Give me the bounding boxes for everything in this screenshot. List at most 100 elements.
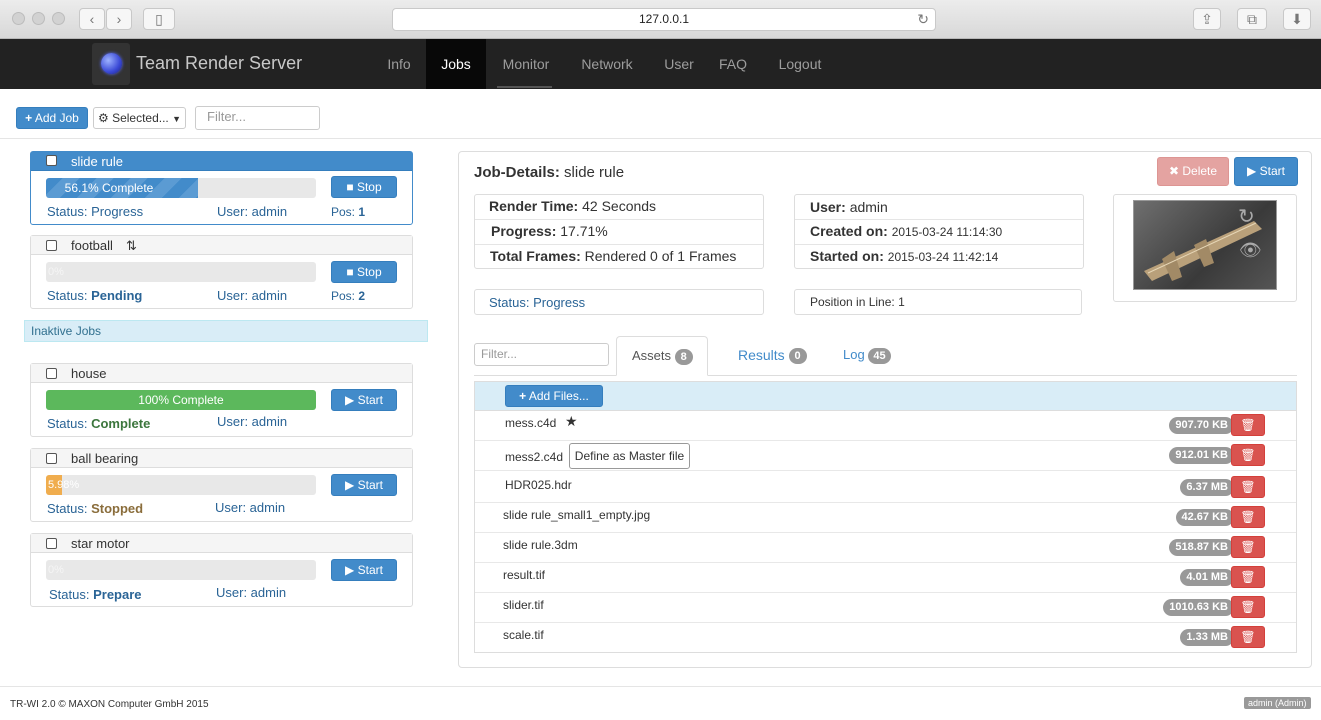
trash-icon: 🗑 <box>1240 630 1256 644</box>
sidebar-icon[interactable]: ▯ <box>143 8 175 30</box>
trash-icon: 🗑 <box>1240 510 1256 524</box>
nav-user[interactable]: User <box>656 39 702 89</box>
nav-logout[interactable]: Logout <box>770 39 830 89</box>
job-progress-bar: 56.1% Complete <box>46 178 316 198</box>
add-job-button[interactable]: + Add Job <box>16 107 88 129</box>
job-card-slide-rule[interactable]: slide rule 56.1% Complete ■ Stop Status:… <box>30 151 413 225</box>
total-frames: Total Frames: Rendered 0 of 1 Frames <box>490 248 737 264</box>
add-files-button[interactable]: + Add Files... <box>505 385 603 407</box>
refresh-icon[interactable]: ↻ <box>1238 204 1255 229</box>
plus-icon: + <box>25 111 33 125</box>
delete-asset-button[interactable]: 🗑 <box>1231 536 1265 558</box>
job-card-ball-bearing[interactable]: ball bearing 5.98% ▶ Start Status: Stopp… <box>30 448 413 522</box>
selected-dropdown[interactable]: ⚙ Selected... ▼ <box>93 107 186 129</box>
asset-size: 518.87 KB <box>1169 539 1234 556</box>
trash-icon: 🗑 <box>1240 600 1256 614</box>
eye-icon[interactable]: 👁 <box>1239 240 1262 261</box>
tabs-icon[interactable]: ⧉ <box>1237 8 1267 30</box>
share-icon[interactable]: ⇪ <box>1193 8 1221 30</box>
job-card-house[interactable]: house 100% Complete ▶ Start Status: Comp… <box>30 363 413 437</box>
stop-button[interactable]: ■ Stop <box>331 261 397 283</box>
job-status: Status: Progress <box>47 204 144 219</box>
nav-network[interactable]: Network <box>572 39 642 89</box>
trash-icon: 🗑 <box>1240 540 1256 554</box>
asset-name: slider.tif <box>503 598 544 612</box>
start-button[interactable]: ▶ Start <box>331 474 397 496</box>
job-header: ball bearing <box>31 449 412 468</box>
job-position: Pos: 1 <box>331 205 366 219</box>
start-button[interactable]: ▶ Start <box>331 389 397 411</box>
close-icon: ✖ <box>1168 164 1180 178</box>
job-user: User: admin <box>216 585 287 600</box>
asset-filter-input[interactable]: Filter... <box>474 343 609 366</box>
tab-log[interactable]: Log 45 <box>843 336 891 376</box>
job-card-football[interactable]: football ⇅ 0% ■ Stop Status: Pending Use… <box>30 235 413 309</box>
zoom-window-button[interactable] <box>52 12 65 25</box>
job-progress-bar: 100% Complete <box>46 390 316 410</box>
nav-monitor-underline <box>497 86 552 88</box>
job-checkbox[interactable] <box>46 368 57 379</box>
stop-button[interactable]: ■ Stop <box>331 176 397 198</box>
play-icon: ▶ <box>345 393 355 407</box>
forward-icon[interactable]: › <box>106 8 132 30</box>
stop-icon: ■ <box>346 265 354 279</box>
asset-list-header: + Add Files... <box>475 382 1296 411</box>
tab-assets[interactable]: Assets 8 <box>616 336 708 376</box>
close-window-button[interactable] <box>12 12 25 25</box>
job-position: Pos: 2 <box>331 289 366 303</box>
job-header: slide rule <box>31 152 412 171</box>
trash-icon: 🗑 <box>1240 418 1256 432</box>
progress-text: 5.98% <box>48 479 80 491</box>
job-checkbox[interactable] <box>46 155 57 166</box>
reload-icon[interactable]: ↻ <box>917 9 929 30</box>
delete-asset-button[interactable]: 🗑 <box>1231 566 1265 588</box>
asset-row: slide rule_small1_empty.jpg 42.67 KB 🗑 <box>475 503 1296 533</box>
job-checkbox[interactable] <box>46 240 57 251</box>
asset-row: HDR025.hdr 6.37 MB 🗑 <box>475 473 1296 503</box>
delete-asset-button[interactable]: 🗑 <box>1231 626 1265 648</box>
asset-row: result.tif 4.01 MB 🗑 <box>475 563 1296 593</box>
nav-monitor[interactable]: Monitor <box>497 39 555 89</box>
job-card-star-motor[interactable]: star motor 0% ▶ Start Status: Prepare Us… <box>30 533 413 607</box>
trash-icon: 🗑 <box>1240 570 1256 584</box>
url-bar[interactable]: 127.0.0.1 ↻ <box>392 8 936 31</box>
browser-toolbar: ‹ › ▯ 127.0.0.1 ↻ ⇪ ⧉ ⬇ <box>0 0 1321 39</box>
job-checkbox[interactable] <box>46 538 57 549</box>
master-star-icon: ★ <box>565 413 578 429</box>
start-job-button[interactable]: ▶ Start <box>1234 157 1298 186</box>
job-checkbox[interactable] <box>46 453 57 464</box>
job-header: star motor <box>31 534 412 553</box>
delete-asset-button[interactable]: 🗑 <box>1231 414 1265 436</box>
downloads-icon[interactable]: ⬇ <box>1283 8 1311 30</box>
nav-jobs[interactable]: Jobs <box>426 39 486 89</box>
progress-text: 0% <box>48 266 64 278</box>
delete-asset-button[interactable]: 🗑 <box>1231 444 1265 466</box>
job-user: User: admin <box>217 414 288 429</box>
start-button[interactable]: ▶ Start <box>331 559 397 581</box>
delete-asset-button[interactable]: 🗑 <box>1231 596 1265 618</box>
play-icon: ▶ <box>345 478 355 492</box>
tab-results[interactable]: Results 0 <box>738 336 807 376</box>
job-name: star motor <box>71 536 130 551</box>
define-master-button[interactable]: Define as Master file <box>569 443 690 469</box>
delete-asset-button[interactable]: 🗑 <box>1231 476 1265 498</box>
delete-asset-button[interactable]: 🗑 <box>1231 506 1265 528</box>
render-time: Render Time: 42 Seconds <box>489 198 657 214</box>
job-details-title: Job-Details: slide rule <box>474 164 625 181</box>
back-icon[interactable]: ‹ <box>79 8 105 30</box>
delete-job-button[interactable]: ✖ Delete <box>1157 157 1229 186</box>
asset-size: 1.33 MB <box>1180 629 1234 646</box>
nav-info[interactable]: Info <box>376 39 422 89</box>
sort-icon[interactable]: ⇅ <box>126 238 137 254</box>
gear-icon: ⚙ <box>97 111 109 125</box>
job-status: Status: Complete <box>47 416 151 431</box>
nav-faq[interactable]: FAQ <box>713 39 753 89</box>
job-user: User: admin <box>217 288 288 303</box>
asset-row: slide rule.3dm 518.87 KB 🗑 <box>475 533 1296 563</box>
job-filter-input[interactable]: Filter... <box>195 106 320 130</box>
position-in-line: Position in Line: 1 <box>810 295 905 309</box>
app-title[interactable]: Team Render Server <box>136 53 302 74</box>
stop-icon: ■ <box>346 180 354 194</box>
job-header: house <box>31 364 412 383</box>
minimize-window-button[interactable] <box>32 12 45 25</box>
